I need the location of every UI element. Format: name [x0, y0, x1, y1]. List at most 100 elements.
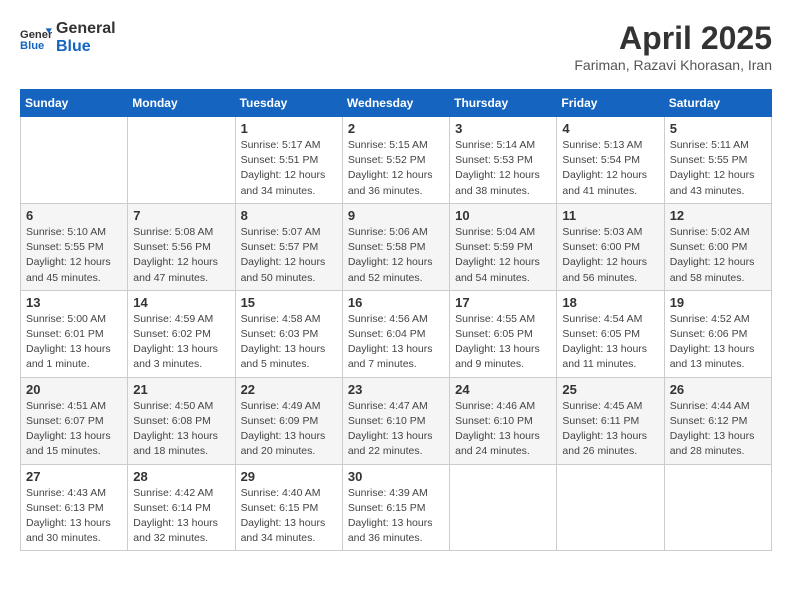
calendar-day-28: 28 Sunrise: 4:42 AM Sunset: 6:14 PM Dayl… — [128, 464, 235, 551]
day-number: 1 — [241, 121, 337, 136]
day-number: 7 — [133, 208, 229, 223]
calendar-day-9: 9 Sunrise: 5:06 AM Sunset: 5:58 PM Dayli… — [342, 203, 449, 290]
weekday-sunday: Sunday — [21, 90, 128, 117]
empty-cell — [128, 117, 235, 204]
day-info: Sunrise: 4:54 AM Sunset: 6:05 PM Dayligh… — [562, 312, 658, 373]
day-number: 3 — [455, 121, 551, 136]
empty-cell — [21, 117, 128, 204]
calendar-body: 1 Sunrise: 5:17 AM Sunset: 5:51 PM Dayli… — [21, 117, 772, 551]
calendar-day-16: 16 Sunrise: 4:56 AM Sunset: 6:04 PM Dayl… — [342, 290, 449, 377]
calendar-day-19: 19 Sunrise: 4:52 AM Sunset: 6:06 PM Dayl… — [664, 290, 771, 377]
calendar-day-2: 2 Sunrise: 5:15 AM Sunset: 5:52 PM Dayli… — [342, 117, 449, 204]
calendar-day-25: 25 Sunrise: 4:45 AM Sunset: 6:11 PM Dayl… — [557, 377, 664, 464]
day-info: Sunrise: 4:45 AM Sunset: 6:11 PM Dayligh… — [562, 399, 658, 460]
day-info: Sunrise: 5:13 AM Sunset: 5:54 PM Dayligh… — [562, 138, 658, 199]
calendar-day-17: 17 Sunrise: 4:55 AM Sunset: 6:05 PM Dayl… — [450, 290, 557, 377]
day-info: Sunrise: 4:51 AM Sunset: 6:07 PM Dayligh… — [26, 399, 122, 460]
weekday-saturday: Saturday — [664, 90, 771, 117]
day-number: 20 — [26, 382, 122, 397]
calendar-day-21: 21 Sunrise: 4:50 AM Sunset: 6:08 PM Dayl… — [128, 377, 235, 464]
calendar-week-5: 27 Sunrise: 4:43 AM Sunset: 6:13 PM Dayl… — [21, 464, 772, 551]
day-info: Sunrise: 5:14 AM Sunset: 5:53 PM Dayligh… — [455, 138, 551, 199]
day-info: Sunrise: 5:00 AM Sunset: 6:01 PM Dayligh… — [26, 312, 122, 373]
calendar-day-15: 15 Sunrise: 4:58 AM Sunset: 6:03 PM Dayl… — [235, 290, 342, 377]
calendar-day-5: 5 Sunrise: 5:11 AM Sunset: 5:55 PM Dayli… — [664, 117, 771, 204]
day-info: Sunrise: 4:55 AM Sunset: 6:05 PM Dayligh… — [455, 312, 551, 373]
weekday-tuesday: Tuesday — [235, 90, 342, 117]
day-number: 25 — [562, 382, 658, 397]
day-number: 14 — [133, 295, 229, 310]
day-info: Sunrise: 4:58 AM Sunset: 6:03 PM Dayligh… — [241, 312, 337, 373]
day-number: 23 — [348, 382, 444, 397]
day-info: Sunrise: 5:02 AM Sunset: 6:00 PM Dayligh… — [670, 225, 766, 286]
location-subtitle: Fariman, Razavi Khorasan, Iran — [574, 57, 772, 73]
day-number: 22 — [241, 382, 337, 397]
empty-cell — [450, 464, 557, 551]
calendar-day-30: 30 Sunrise: 4:39 AM Sunset: 6:15 PM Dayl… — [342, 464, 449, 551]
empty-cell — [557, 464, 664, 551]
day-number: 8 — [241, 208, 337, 223]
title-block: April 2025 Fariman, Razavi Khorasan, Ira… — [574, 20, 772, 73]
day-info: Sunrise: 4:47 AM Sunset: 6:10 PM Dayligh… — [348, 399, 444, 460]
day-number: 12 — [670, 208, 766, 223]
day-number: 4 — [562, 121, 658, 136]
day-info: Sunrise: 4:42 AM Sunset: 6:14 PM Dayligh… — [133, 486, 229, 547]
calendar-day-29: 29 Sunrise: 4:40 AM Sunset: 6:15 PM Dayl… — [235, 464, 342, 551]
calendar-week-1: 1 Sunrise: 5:17 AM Sunset: 5:51 PM Dayli… — [21, 117, 772, 204]
calendar-day-4: 4 Sunrise: 5:13 AM Sunset: 5:54 PM Dayli… — [557, 117, 664, 204]
day-number: 16 — [348, 295, 444, 310]
calendar-day-1: 1 Sunrise: 5:17 AM Sunset: 5:51 PM Dayli… — [235, 117, 342, 204]
page-header: General Blue General Blue April 2025 Far… — [20, 20, 772, 73]
calendar-week-4: 20 Sunrise: 4:51 AM Sunset: 6:07 PM Dayl… — [21, 377, 772, 464]
day-number: 29 — [241, 469, 337, 484]
day-number: 5 — [670, 121, 766, 136]
weekday-friday: Friday — [557, 90, 664, 117]
svg-text:Blue: Blue — [20, 40, 44, 52]
calendar-day-20: 20 Sunrise: 4:51 AM Sunset: 6:07 PM Dayl… — [21, 377, 128, 464]
day-info: Sunrise: 5:17 AM Sunset: 5:51 PM Dayligh… — [241, 138, 337, 199]
calendar-day-3: 3 Sunrise: 5:14 AM Sunset: 5:53 PM Dayli… — [450, 117, 557, 204]
day-number: 17 — [455, 295, 551, 310]
weekday-wednesday: Wednesday — [342, 90, 449, 117]
calendar-day-12: 12 Sunrise: 5:02 AM Sunset: 6:00 PM Dayl… — [664, 203, 771, 290]
day-number: 21 — [133, 382, 229, 397]
day-info: Sunrise: 4:49 AM Sunset: 6:09 PM Dayligh… — [241, 399, 337, 460]
logo: General Blue General Blue — [20, 20, 116, 55]
day-info: Sunrise: 4:44 AM Sunset: 6:12 PM Dayligh… — [670, 399, 766, 460]
calendar-day-18: 18 Sunrise: 4:54 AM Sunset: 6:05 PM Dayl… — [557, 290, 664, 377]
logo-blue: Blue — [56, 38, 116, 56]
day-number: 19 — [670, 295, 766, 310]
weekday-monday: Monday — [128, 90, 235, 117]
day-number: 18 — [562, 295, 658, 310]
day-info: Sunrise: 5:03 AM Sunset: 6:00 PM Dayligh… — [562, 225, 658, 286]
day-info: Sunrise: 4:46 AM Sunset: 6:10 PM Dayligh… — [455, 399, 551, 460]
day-info: Sunrise: 5:06 AM Sunset: 5:58 PM Dayligh… — [348, 225, 444, 286]
calendar-day-27: 27 Sunrise: 4:43 AM Sunset: 6:13 PM Dayl… — [21, 464, 128, 551]
day-number: 2 — [348, 121, 444, 136]
calendar-week-3: 13 Sunrise: 5:00 AM Sunset: 6:01 PM Dayl… — [21, 290, 772, 377]
day-info: Sunrise: 4:40 AM Sunset: 6:15 PM Dayligh… — [241, 486, 337, 547]
month-title: April 2025 — [574, 20, 772, 57]
calendar-day-24: 24 Sunrise: 4:46 AM Sunset: 6:10 PM Dayl… — [450, 377, 557, 464]
calendar-day-23: 23 Sunrise: 4:47 AM Sunset: 6:10 PM Dayl… — [342, 377, 449, 464]
calendar-table: SundayMondayTuesdayWednesdayThursdayFrid… — [20, 89, 772, 551]
day-number: 15 — [241, 295, 337, 310]
day-info: Sunrise: 5:10 AM Sunset: 5:55 PM Dayligh… — [26, 225, 122, 286]
calendar-day-7: 7 Sunrise: 5:08 AM Sunset: 5:56 PM Dayli… — [128, 203, 235, 290]
logo-general: General — [56, 20, 116, 38]
day-info: Sunrise: 5:11 AM Sunset: 5:55 PM Dayligh… — [670, 138, 766, 199]
day-number: 28 — [133, 469, 229, 484]
day-info: Sunrise: 5:07 AM Sunset: 5:57 PM Dayligh… — [241, 225, 337, 286]
calendar-day-10: 10 Sunrise: 5:04 AM Sunset: 5:59 PM Dayl… — [450, 203, 557, 290]
calendar-day-22: 22 Sunrise: 4:49 AM Sunset: 6:09 PM Dayl… — [235, 377, 342, 464]
day-number: 6 — [26, 208, 122, 223]
day-info: Sunrise: 4:39 AM Sunset: 6:15 PM Dayligh… — [348, 486, 444, 547]
calendar-day-26: 26 Sunrise: 4:44 AM Sunset: 6:12 PM Dayl… — [664, 377, 771, 464]
weekday-thursday: Thursday — [450, 90, 557, 117]
day-info: Sunrise: 4:52 AM Sunset: 6:06 PM Dayligh… — [670, 312, 766, 373]
day-number: 24 — [455, 382, 551, 397]
calendar-day-13: 13 Sunrise: 5:00 AM Sunset: 6:01 PM Dayl… — [21, 290, 128, 377]
day-number: 27 — [26, 469, 122, 484]
weekday-header-row: SundayMondayTuesdayWednesdayThursdayFrid… — [21, 90, 772, 117]
day-number: 11 — [562, 208, 658, 223]
